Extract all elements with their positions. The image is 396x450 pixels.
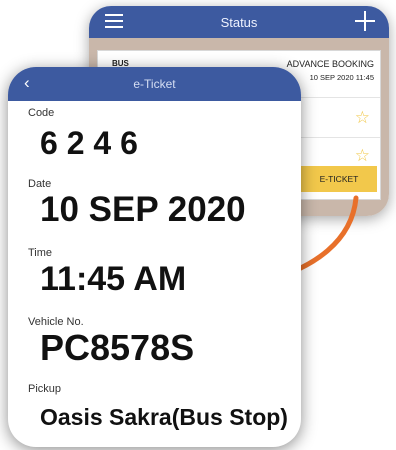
eticket-screen: ‹ e-Ticket Code 6 2 4 6 Date 10 SEP 2020… — [8, 67, 301, 447]
date-label: Date — [28, 178, 52, 190]
code-value: 6 2 4 6 — [40, 125, 138, 161]
time-label: Time — [28, 247, 53, 259]
code-label: Code — [28, 107, 55, 119]
vehicle-value: PC8578S — [40, 327, 195, 368]
eticket-title: e-Ticket — [133, 77, 176, 91]
time-value: 11:45 AM — [40, 260, 187, 298]
eticket-header: ‹ e-Ticket — [8, 67, 301, 101]
pickup-value: Oasis Sakra(Bus Stop) — [40, 404, 288, 430]
pickup-label: Pickup — [28, 383, 62, 395]
date-value: 10 SEP 2020 — [40, 190, 246, 229]
